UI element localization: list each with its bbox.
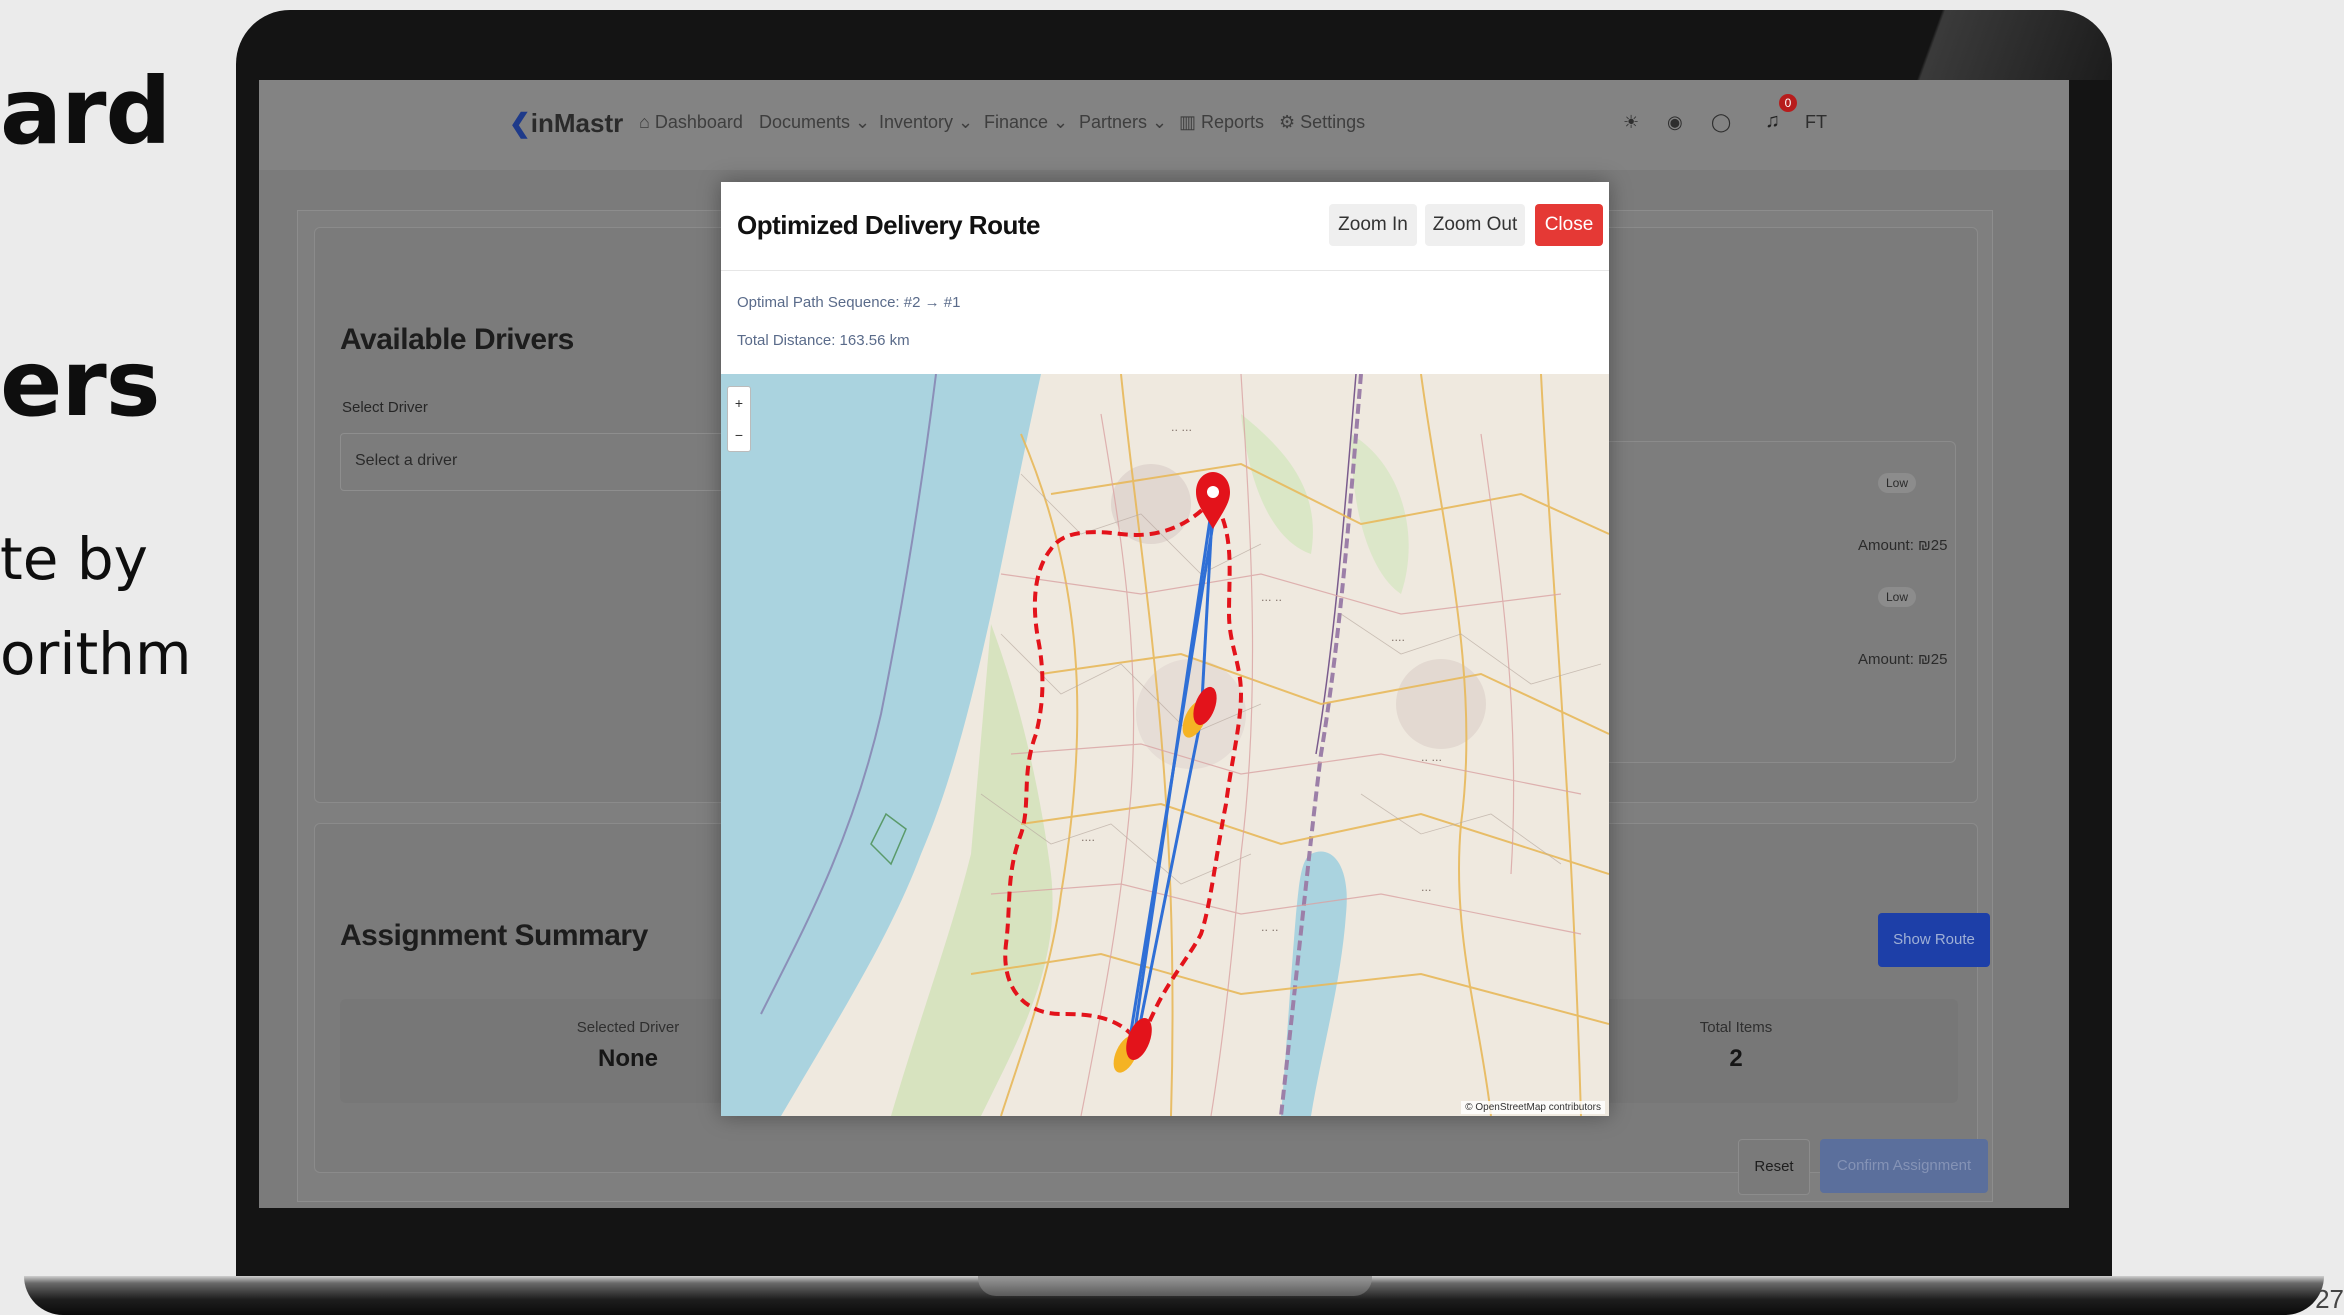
svg-text:··· ··: ··· ··: [1261, 594, 1282, 607]
close-button[interactable]: Close: [1535, 204, 1603, 246]
map-zoom-control: + −: [727, 386, 751, 452]
priority-badge: Low: [1878, 473, 1917, 493]
total-items-label: Total Items: [1699, 1019, 1773, 1036]
slide-body-line-1: te by: [0, 525, 149, 593]
map-zoom-out-button[interactable]: −: [728, 419, 750, 451]
selected-driver-label: Selected Driver: [576, 1019, 680, 1036]
map-zoom-in-button[interactable]: +: [728, 387, 750, 419]
total-items-value: 2: [1729, 1045, 1743, 1072]
show-route-button[interactable]: Show Route: [1878, 913, 1990, 967]
select-driver-label: Select Driver: [342, 399, 428, 416]
svg-text:····: ····: [1391, 634, 1405, 647]
lid-reflection: [1812, 10, 2112, 80]
svg-text:·· ···: ·· ···: [1171, 424, 1192, 437]
svg-text:···: ···: [1421, 884, 1432, 897]
available-drivers-title: Available Drivers: [340, 323, 574, 356]
zoom-in-button[interactable]: Zoom In: [1329, 204, 1417, 246]
nav-documents[interactable]: Documents ⌄: [759, 112, 870, 133]
order-amount: Amount: ₪25: [1858, 537, 1948, 554]
total-distance: Total Distance: 163.56 km: [737, 332, 910, 349]
reset-button[interactable]: Reset: [1738, 1139, 1810, 1195]
bell-icon[interactable]: ♫: [1765, 110, 1780, 133]
slide-heading-2: ers: [0, 330, 161, 437]
path-sequence: Optimal Path Sequence: #2 → #1: [737, 294, 961, 311]
nav-reports[interactable]: ▥ Reports: [1179, 112, 1264, 133]
zoom-out-button[interactable]: Zoom Out: [1425, 204, 1525, 246]
modal-header: Optimized Delivery Route Zoom In Zoom Ou…: [721, 182, 1609, 271]
map-attribution: © OpenStreetMap contributors: [1461, 1101, 1605, 1114]
slide-heading-1: ard: [0, 58, 171, 165]
priority-badge: Low: [1878, 587, 1917, 607]
notification-badge: 0: [1779, 94, 1797, 112]
route-map[interactable]: ·· ··· ··· ·· ···· ·· ··· ···· ·· ·· ···: [721, 374, 1609, 1116]
theme-icon[interactable]: ☀: [1623, 112, 1639, 133]
svg-text:····: ····: [1081, 834, 1095, 847]
language-icon[interactable]: ◉: [1667, 112, 1683, 133]
chat-icon[interactable]: ◯: [1711, 112, 1731, 133]
nav-finance[interactable]: Finance ⌄: [984, 112, 1068, 133]
user-avatar[interactable]: FT: [1805, 112, 1827, 133]
modal-title: Optimized Delivery Route: [737, 210, 1040, 240]
svg-text:·· ··: ·· ··: [1261, 924, 1278, 937]
laptop-notch: [978, 1276, 1372, 1296]
laptop-screen: ❮inMastr ⌂ Dashboard Documents ⌄ Invento…: [259, 80, 2069, 1208]
top-navbar: ❮inMastr ⌂ Dashboard Documents ⌄ Invento…: [259, 80, 2069, 170]
nav-dashboard[interactable]: ⌂ Dashboard: [639, 112, 743, 133]
app-logo[interactable]: ❮inMastr: [509, 108, 623, 139]
nav-inventory[interactable]: Inventory ⌄: [879, 112, 973, 133]
order-amount: Amount: ₪25: [1858, 651, 1948, 668]
map-canvas[interactable]: ·· ··· ··· ·· ···· ·· ··· ···· ·· ·· ···: [721, 374, 1609, 1116]
svg-text:·· ···: ·· ···: [1421, 754, 1442, 767]
slide-body-line-2: orithm: [0, 620, 192, 688]
driver-select[interactable]: Select a driver: [340, 433, 742, 491]
urban-area: [1396, 659, 1486, 749]
nav-partners[interactable]: Partners ⌄: [1079, 112, 1167, 133]
nav-settings[interactable]: ⚙ Settings: [1279, 112, 1365, 133]
assignment-summary-title: Assignment Summary: [340, 919, 648, 952]
logo-mark-icon: ❮: [509, 108, 531, 138]
confirm-assignment-button[interactable]: Confirm Assignment: [1820, 1139, 1988, 1193]
route-modal: Optimized Delivery Route Zoom In Zoom Ou…: [721, 182, 1609, 1116]
selected-driver-value: None: [598, 1045, 658, 1072]
